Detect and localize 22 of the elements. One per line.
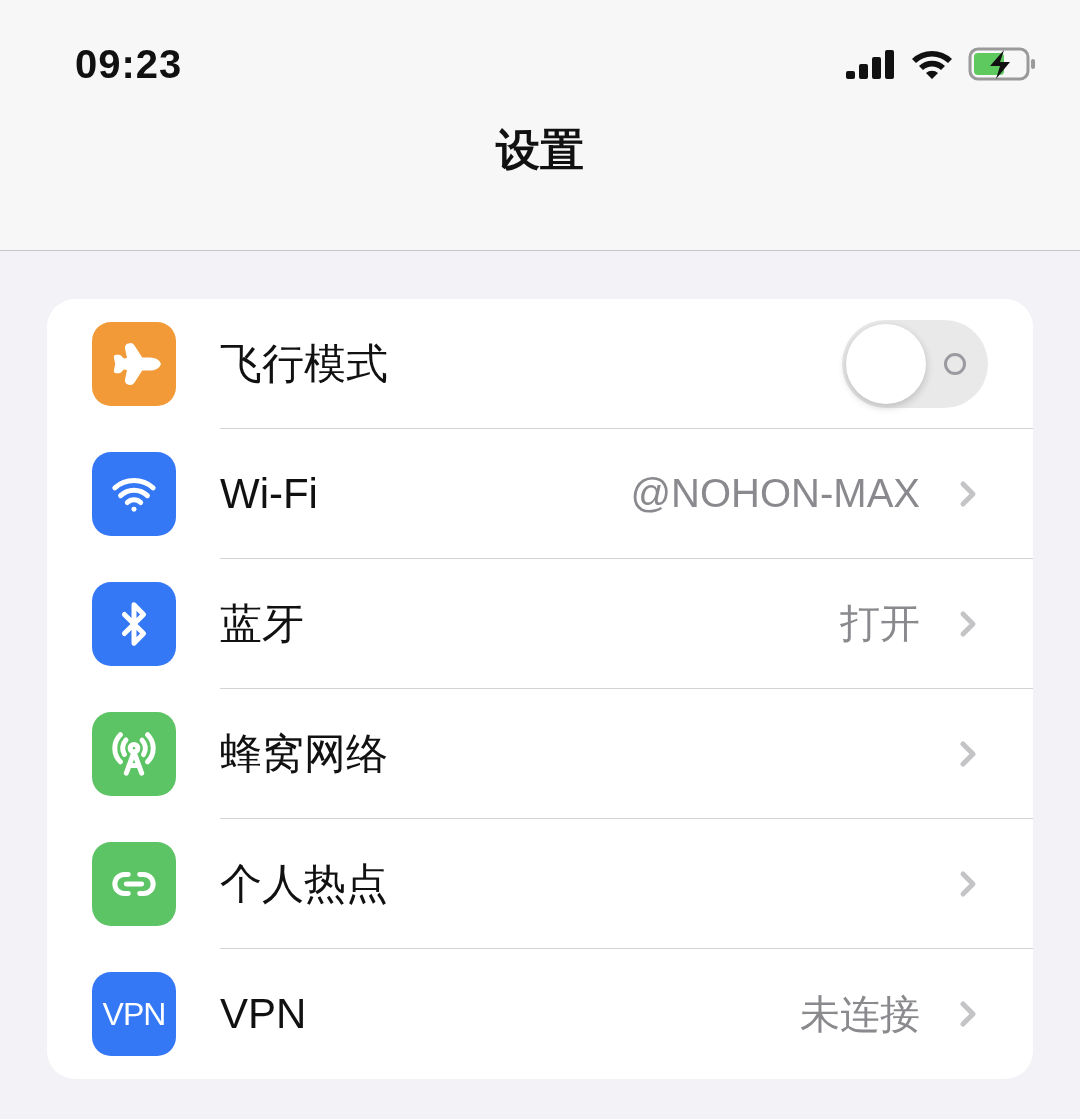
settings-row[interactable]: 飞行模式 (47, 299, 1033, 429)
settings-row[interactable]: 个人热点 (47, 819, 1033, 949)
settings-row[interactable]: 蓝牙 打开 (47, 559, 1033, 689)
vpn-icon-label: VPN (102, 995, 166, 1033)
setting-label: 个人热点 (220, 858, 389, 909)
page-title: 设置 (496, 128, 584, 172)
settings-row[interactable]: VPN VPN 未连接 (47, 949, 1033, 1079)
setting-label: 蓝牙 (220, 598, 305, 649)
setting-value: 打开 (840, 600, 920, 647)
status-time: 09:23 (75, 41, 183, 87)
wifi-icon (910, 48, 954, 80)
setting-label: 蜂窝网络 (220, 728, 389, 779)
setting-value: 未连接 (800, 990, 920, 1038)
battery-icon (968, 47, 1038, 81)
setting-label: 飞行模式 (220, 338, 389, 389)
settings-row[interactable]: Wi-Fi @NOHON-MAX (47, 429, 1033, 559)
settings-row[interactable]: 蜂窝网络 (47, 689, 1033, 819)
setting-value: @NOHON-MAX (630, 471, 920, 516)
setting-label: Wi-Fi (220, 469, 319, 518)
setting-label: VPN (220, 990, 308, 1038)
signal-icon (846, 49, 896, 79)
antenna-icon (111, 731, 157, 777)
